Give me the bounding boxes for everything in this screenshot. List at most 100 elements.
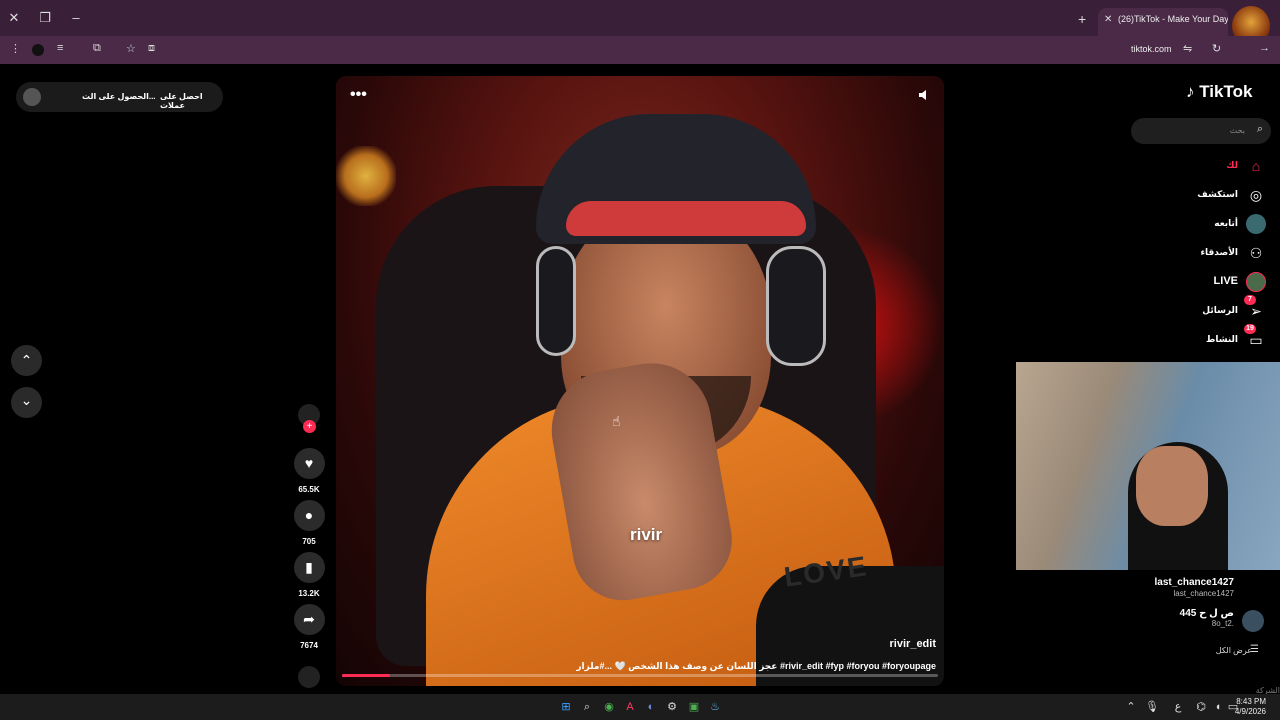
headphone-right <box>766 246 826 366</box>
explore-icon: ◎ <box>1249 187 1263 203</box>
wifi-icon[interactable]: ⌬ <box>1194 700 1208 714</box>
nav-label: أتابعه <box>1214 218 1238 228</box>
bookmark-icon[interactable]: ▮ <box>293 552 325 583</box>
account-name: last_chance1427 <box>1154 577 1234 588</box>
video-watermark: rivir <box>630 525 663 544</box>
creator-avatar[interactable]: + <box>298 404 320 433</box>
previous-video-button[interactable]: ⌃ <box>11 345 42 376</box>
get-coins-link[interactable]: احصل على عملات <box>160 92 223 110</box>
followed-account[interactable]: ص ل ح 445 8o_t2. <box>1180 608 1234 628</box>
tiktok-logo[interactable]: ♪ TikTok <box>1186 82 1252 102</box>
settings-icon[interactable]: ⚙ <box>665 700 679 714</box>
like-action: ♥ 65.5K <box>292 448 326 494</box>
chrome-icon[interactable]: ◉ <box>602 700 616 714</box>
speaker-icon[interactable]: ◖ <box>1211 700 1225 714</box>
next-video-button[interactable]: ⌄ <box>11 387 42 418</box>
more-options-icon[interactable]: ••• <box>350 86 367 104</box>
user-avatar[interactable] <box>23 88 41 106</box>
mouse-cursor-icon: ☝ <box>612 413 621 429</box>
discord-icon[interactable]: ◐ <box>644 700 658 714</box>
nav-label: استكشف <box>1197 189 1238 199</box>
comment-action: ● 705 <box>292 500 326 546</box>
menu-dots-icon[interactable]: ⋮ <box>10 42 21 55</box>
app-icon[interactable]: A <box>623 700 637 714</box>
tiktok-page: الحصول على الت... احصل على عملات ⌃ ⌄ LOV… <box>0 64 1280 695</box>
tab-close-icon[interactable]: ✕ <box>1104 14 1112 25</box>
share-action: ➦ 7674 <box>292 604 326 650</box>
browser-tab[interactable]: ✕ (26)TikTok - Make Your Day <box>1098 8 1228 36</box>
save-count: 13.2K <box>298 589 320 598</box>
tray-expand-icon[interactable]: ⌃ <box>1124 700 1138 714</box>
extensions-puzzle-icon[interactable]: ⧉ <box>93 42 101 55</box>
comment-count: 705 <box>302 537 316 546</box>
close-window-icon[interactable]: ✕ <box>6 10 22 26</box>
windows-taskbar: ⊞ ⌕ ◉ A ◐ ⚙ ▣ ♨ ⌃ 🎙 ع ⌬ ◖ ▭ 8:43 PM 4/9/… <box>0 694 1280 720</box>
account-avatar[interactable] <box>1242 610 1264 632</box>
follow-plus-icon[interactable]: + <box>303 420 316 433</box>
volume-icon[interactable] <box>918 88 932 102</box>
home-icon: ⌂ <box>1251 158 1261 174</box>
heart-icon[interactable]: ♥ <box>293 448 325 479</box>
get-app-link[interactable]: الحصول على الت... <box>82 92 156 101</box>
cast-icon[interactable]: ⧈ <box>148 42 155 55</box>
start-icon[interactable]: ⊞ <box>559 700 573 714</box>
like-count: 65.5K <box>298 485 320 494</box>
nav-label: الأصدقاء <box>1200 247 1238 257</box>
show-all-link[interactable]: عرض الكل <box>1216 646 1252 655</box>
nav-label: LIVE <box>1213 275 1238 287</box>
search-input[interactable]: بحث ⌕ <box>1131 118 1271 144</box>
bookmark-star-icon[interactable]: ☆ <box>126 42 136 55</box>
video-player[interactable]: LOVE rivir ••• rivir_edit عجز اللسان عن … <box>336 76 944 686</box>
progress-fill <box>342 674 390 677</box>
activity-badge: 19 <box>1244 324 1256 334</box>
browser-tab-bar: ✕ ❐ – + ✕ (26)TikTok - Make Your Day <box>0 0 1280 46</box>
background-light <box>336 146 396 206</box>
save-action: ▮ 13.2K <box>292 552 326 598</box>
promo-pill: الحصول على الت... احصل على عملات <box>16 82 223 112</box>
live-icon <box>1246 272 1266 292</box>
logo-text: TikTok <box>1199 82 1253 101</box>
search-placeholder: بحث <box>1229 126 1245 135</box>
nav-label: لك <box>1226 160 1238 170</box>
restore-window-icon[interactable]: ❐ <box>37 10 53 26</box>
messages-badge: 7 <box>1244 295 1256 305</box>
language-indicator[interactable]: ع <box>1171 700 1185 714</box>
address-bar-url[interactable]: tiktok.com <box>1131 44 1172 54</box>
video-caption[interactable]: عجز اللسان عن وصف هذا الشخص 🤍 ...#ملزار … <box>576 661 936 672</box>
reload-icon[interactable]: ↻ <box>1212 42 1221 55</box>
forward-icon[interactable]: → <box>1259 42 1270 54</box>
friends-icon: ⚇ <box>1249 245 1263 261</box>
microphone-icon[interactable]: 🎙 <box>1145 700 1159 714</box>
clock-time: 8:43 PM <box>1236 697 1266 706</box>
streamer-head <box>1136 446 1208 526</box>
browser-toolbar: ⋮ ≡ ⧉ ☆ ⧈ tiktok.com ⇋ ↻ → <box>0 36 1280 64</box>
share-count: 7674 <box>300 641 318 650</box>
headphone-left <box>536 246 576 356</box>
share-icon[interactable]: ➦ <box>293 604 325 635</box>
search-icon[interactable]: ⌕ <box>1257 123 1263 136</box>
reading-list-icon[interactable]: ≡ <box>57 42 63 54</box>
comment-icon[interactable]: ● <box>293 500 325 531</box>
terminal-icon[interactable]: ▣ <box>687 700 701 714</box>
sound-disc-icon[interactable] <box>298 666 320 688</box>
steam-icon[interactable]: ♨ <box>708 700 722 714</box>
followed-account[interactable]: last_chance1427 last_chance1427 <box>1154 577 1234 598</box>
new-tab-button[interactable]: + <box>1078 11 1086 27</box>
webcam-overlay <box>1016 362 1280 570</box>
account-username: 8o_t2. <box>1211 619 1234 628</box>
extension-icon[interactable] <box>32 44 44 56</box>
account-username: last_chance1427 <box>1173 589 1235 598</box>
account-name: ص ل ح 445 <box>1179 608 1234 619</box>
cap-brim <box>566 201 806 236</box>
video-progress-bar[interactable] <box>342 674 938 677</box>
clock-date: 4/9/2026 <box>1234 707 1266 716</box>
site-settings-icon[interactable]: ⇋ <box>1183 42 1192 55</box>
minimize-window-icon[interactable]: – <box>68 10 84 26</box>
nav-label: النشاط <box>1205 334 1238 344</box>
system-clock[interactable]: 8:43 PM 4/9/2026 <box>1235 697 1266 717</box>
nav-label: الرسائل <box>1202 305 1238 315</box>
search-taskbar-icon[interactable]: ⌕ <box>580 700 594 714</box>
video-author[interactable]: rivir_edit <box>890 638 936 650</box>
tab-title: (26)TikTok - Make Your Day <box>1118 14 1228 24</box>
following-icon <box>1246 214 1266 234</box>
